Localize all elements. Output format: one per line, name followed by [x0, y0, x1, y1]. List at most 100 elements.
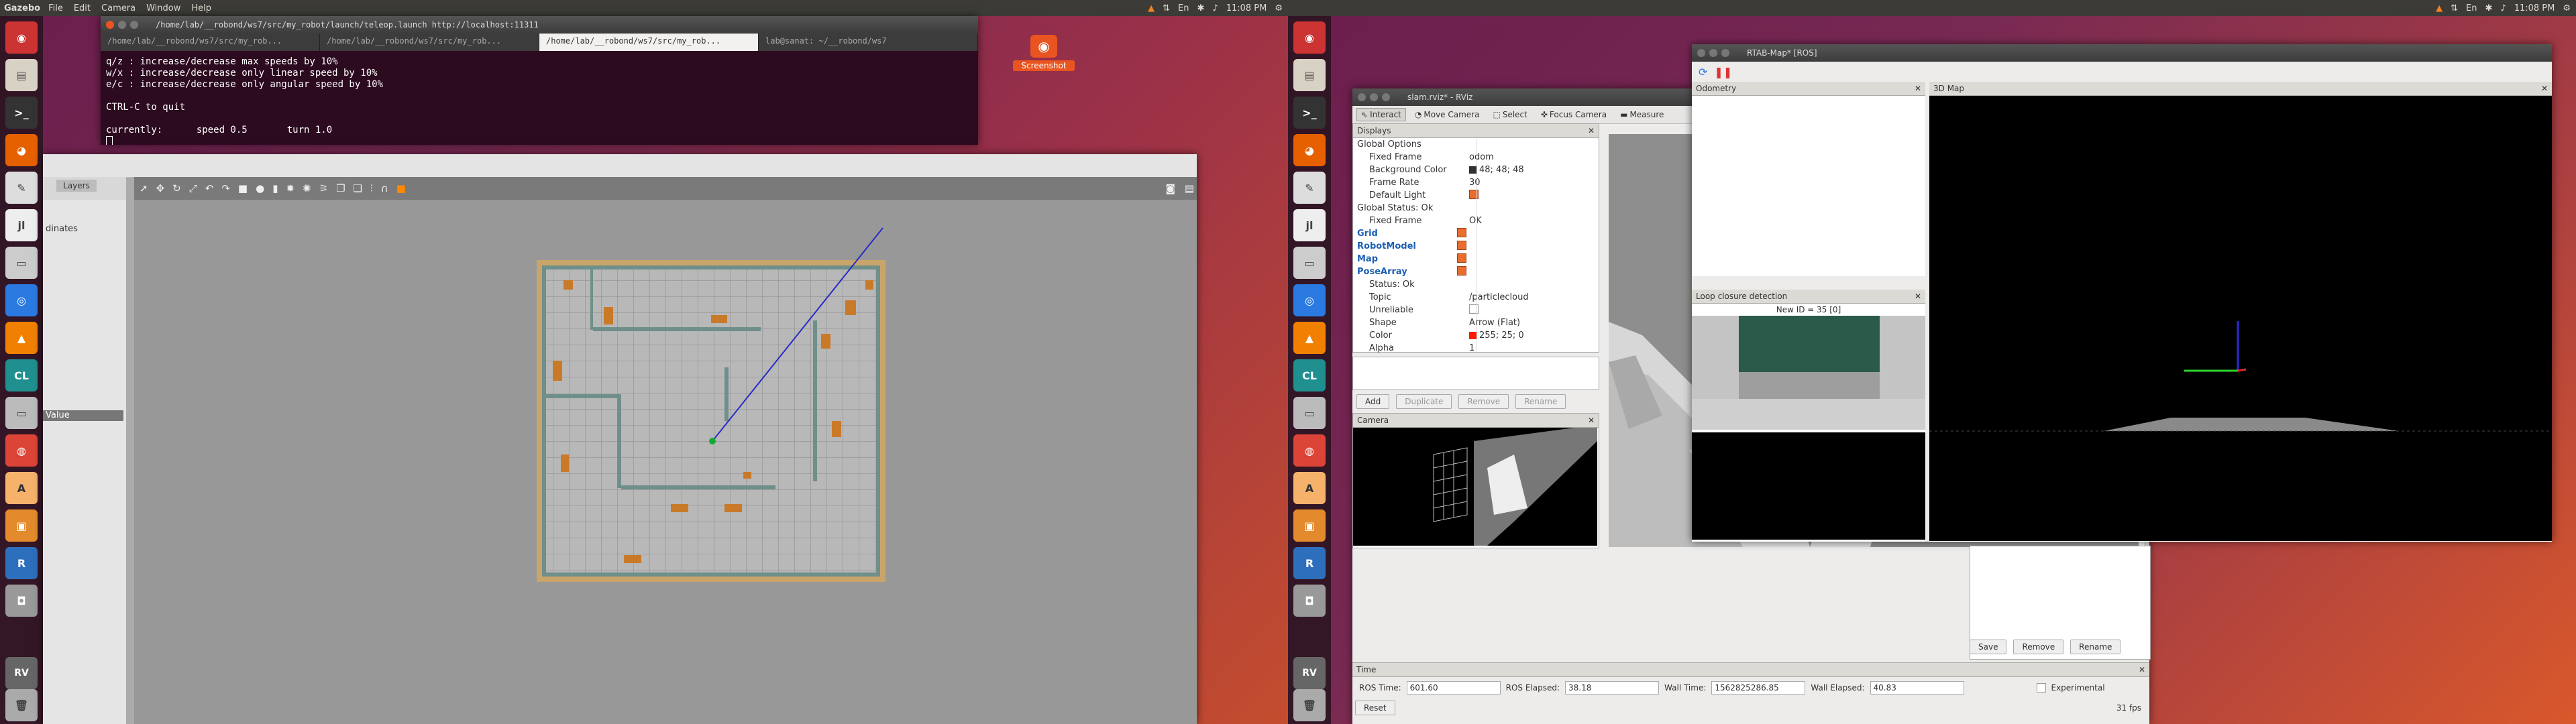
- maximize-icon[interactable]: [1382, 93, 1390, 101]
- log-icon[interactable]: ▤: [1185, 182, 1194, 194]
- chrome-icon[interactable]: ◍: [1293, 434, 1326, 467]
- property-value[interactable]: [1454, 253, 1466, 265]
- tool-measure[interactable]: ▬ Measure: [1615, 108, 1668, 121]
- property-value[interactable]: Arrow (Flat): [1466, 318, 1520, 328]
- keyboard-icon[interactable]: En: [2466, 3, 2477, 13]
- minimize-icon[interactable]: [1370, 93, 1378, 101]
- point-light-icon[interactable]: ✺: [303, 182, 311, 194]
- keyboard-icon[interactable]: En: [1178, 3, 1189, 13]
- chromium-icon[interactable]: ◎: [5, 284, 38, 316]
- refresh-icon[interactable]: ⟳: [1699, 66, 1707, 78]
- text-editor-icon[interactable]: ✎: [5, 172, 38, 204]
- terminal-output[interactable]: q/z : increase/decrease max speeds by 10…: [101, 51, 978, 145]
- display-tree-row[interactable]: Background Color 48; 48; 48: [1353, 164, 1599, 176]
- display-tree-row[interactable]: RobotModel: [1353, 240, 1599, 253]
- copy-icon[interactable]: ❐: [336, 182, 345, 194]
- sun-icon[interactable]: ✹: [286, 182, 294, 194]
- firefox-icon[interactable]: ◕: [1293, 134, 1326, 166]
- wall-elapsed-field[interactable]: 40.83: [1870, 681, 1964, 695]
- close-icon[interactable]: [1697, 49, 1705, 57]
- ros-elapsed-field[interactable]: 38.18: [1565, 681, 1660, 695]
- gear-icon[interactable]: ⚙: [1275, 3, 1283, 13]
- rotate-mode-icon[interactable]: ↻: [172, 182, 181, 194]
- property-value[interactable]: OK: [1466, 216, 1482, 226]
- chrome-icon[interactable]: ◍: [5, 434, 38, 467]
- views-remove-button[interactable]: Remove: [2013, 640, 2064, 654]
- duplicate-button[interactable]: Duplicate: [1396, 394, 1452, 409]
- color-swatch[interactable]: [1469, 166, 1477, 174]
- close-icon[interactable]: [1358, 93, 1366, 101]
- volume-icon[interactable]: ♪: [1212, 3, 1218, 13]
- julia-icon[interactable]: jl: [1293, 209, 1326, 241]
- display-tree-row[interactable]: Status: Ok: [1353, 278, 1599, 291]
- add-button[interactable]: Add: [1356, 394, 1390, 409]
- files-icon[interactable]: ▤: [5, 59, 38, 91]
- terminal-window[interactable]: /home/lab/__robond/ws7/src/my_robot/laun…: [101, 16, 978, 145]
- tool-interact[interactable]: ⇖ Interact: [1356, 108, 1406, 121]
- clion-icon[interactable]: CL: [5, 359, 38, 391]
- update-icon[interactable]: ▲: [2436, 3, 2443, 13]
- gear-icon[interactable]: ⚙: [2563, 3, 2571, 13]
- close-icon[interactable]: ✕: [1915, 84, 1921, 93]
- bluetooth-icon[interactable]: ✱: [1197, 3, 1204, 13]
- maximize-icon[interactable]: [1721, 49, 1729, 57]
- terminal-titlebar[interactable]: /home/lab/__robond/ws7/src/my_robot/laun…: [101, 16, 978, 34]
- vlc-icon[interactable]: ▲: [1293, 322, 1326, 354]
- close-icon[interactable]: [106, 21, 114, 29]
- rstudio-icon[interactable]: R: [5, 547, 38, 579]
- display-tree-row[interactable]: Unreliable: [1353, 304, 1599, 316]
- property-value[interactable]: 1: [1466, 343, 1474, 353]
- property-value[interactable]: 30: [1466, 178, 1481, 188]
- redo-icon[interactable]: ↷: [221, 182, 230, 194]
- close-icon[interactable]: ✕: [2139, 665, 2145, 674]
- terminal-tab-2[interactable]: /home/lab/__robond/ws7/src/my_rob...: [320, 34, 539, 51]
- close-icon[interactable]: ✕: [1588, 416, 1595, 425]
- scale-mode-icon[interactable]: ⤢: [189, 182, 197, 194]
- menu-window[interactable]: Window: [146, 3, 180, 13]
- paste-icon[interactable]: ❏: [354, 182, 362, 194]
- display-tree-row[interactable]: Global Options: [1353, 138, 1599, 151]
- property-value[interactable]: 255; 25; 0: [1466, 330, 1524, 341]
- menu-camera[interactable]: Camera: [101, 3, 136, 13]
- dash-icon[interactable]: ◉: [5, 21, 38, 54]
- terminal-tab-3[interactable]: /home/lab/__robond/ws7/src/my_rob...: [539, 34, 759, 51]
- display-tree-row[interactable]: Topic/particlecloud: [1353, 291, 1599, 304]
- files-icon[interactable]: ▤: [1293, 59, 1326, 91]
- wall-time-field[interactable]: 1562825286.85: [1711, 681, 1806, 695]
- reset-button[interactable]: Reset: [1355, 701, 1395, 715]
- clock[interactable]: 11:08 PM: [1226, 3, 1267, 13]
- files3-icon[interactable]: ▭: [1293, 397, 1326, 429]
- vlc-icon[interactable]: ▲: [5, 322, 38, 354]
- display-tree-row[interactable]: Default Light: [1353, 189, 1599, 202]
- dash-icon[interactable]: ◉: [1293, 21, 1326, 54]
- network-icon[interactable]: ⇅: [2451, 3, 2458, 13]
- property-value[interactable]: odom: [1466, 152, 1494, 162]
- network-icon[interactable]: ⇅: [1163, 3, 1170, 13]
- terminal-tab-4[interactable]: lab@sanat: ~/__robond/ws7: [759, 34, 978, 51]
- firefox-icon[interactable]: ◕: [5, 134, 38, 166]
- files2-icon[interactable]: ▭: [5, 247, 38, 279]
- bluetooth-icon[interactable]: ✱: [2485, 3, 2492, 13]
- map3d-view[interactable]: [1929, 96, 2552, 541]
- snap-icon[interactable]: ∩: [381, 182, 388, 194]
- displays-tree[interactable]: Global Options Fixed Frame odom Background …: [1353, 138, 1599, 393]
- display-tree-row[interactable]: Frame Rate 30: [1353, 176, 1599, 189]
- display-tree-row[interactable]: Grid: [1353, 227, 1599, 240]
- cylinder-icon[interactable]: ▮: [272, 182, 278, 194]
- disk-icon[interactable]: ◘: [5, 585, 38, 617]
- update-icon[interactable]: ▲: [1148, 3, 1155, 13]
- trash-icon[interactable]: 🗑: [1293, 689, 1326, 721]
- rtabmap-titlebar[interactable]: RTAB-Map* [ROS]: [1692, 44, 2552, 62]
- ros-time-field[interactable]: 601.60: [1406, 681, 1501, 695]
- tool-move-camera[interactable]: ◔ Move Camera: [1410, 108, 1485, 121]
- screenshot-icon[interactable]: ◙: [1165, 182, 1175, 194]
- installer-icon[interactable]: ▣: [1293, 509, 1326, 542]
- rviz-icon[interactable]: RV: [1293, 657, 1326, 689]
- enable-checkbox[interactable]: [1457, 227, 1466, 237]
- minimize-icon[interactable]: [1709, 49, 1717, 57]
- rtabmap-window[interactable]: RTAB-Map* [ROS] ⟳ ❚❚ Odometry ✕ Loop clos…: [1692, 44, 2552, 542]
- spot-light-icon[interactable]: ⚞: [319, 182, 328, 194]
- julia-icon[interactable]: jl: [5, 209, 38, 241]
- tool-select[interactable]: ⬚ Select: [1488, 108, 1532, 121]
- display-tree-row[interactable]: PoseArray: [1353, 265, 1599, 278]
